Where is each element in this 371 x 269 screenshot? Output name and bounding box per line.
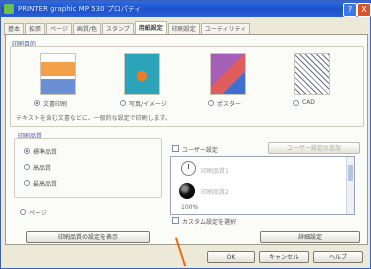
tab-panel: 印刷目的 文書印刷 写真/イメージ ポスター CAD テキストを含む文書などに、…	[5, 34, 368, 245]
standard-quality-label: 標準品質	[33, 149, 58, 156]
detail-settings-button[interactable]: 詳細設定	[260, 231, 360, 243]
best-quality-label: 最高品質	[33, 181, 58, 188]
radio-document[interactable]	[34, 100, 40, 106]
cancel-button[interactable]: キャンセル	[259, 251, 309, 263]
radio-poster-label: ポスター	[217, 101, 242, 108]
close-title-button[interactable]: X	[357, 3, 371, 17]
title-bar: PRINTER graphic MP 530 プロパティ ? X	[1, 1, 371, 17]
radio-document-label: 文書印刷	[43, 101, 68, 108]
help-title-button[interactable]: ?	[343, 3, 357, 17]
scrollbar-thumb[interactable]	[348, 165, 353, 181]
user-settings-checkbox[interactable]	[172, 145, 179, 152]
custom-settings-label: カスタム設定を選択	[182, 219, 237, 226]
high-quality-label: 高品質	[33, 165, 52, 172]
clock-icon	[181, 161, 196, 176]
help-button[interactable]: ヘルプ	[313, 251, 363, 263]
cad-thumbnail-icon[interactable]	[294, 53, 330, 95]
radio-cad[interactable]	[293, 100, 299, 106]
radio-best-quality[interactable]	[24, 180, 30, 186]
page-option-label: ページ	[29, 210, 47, 217]
radio-page[interactable]	[20, 209, 26, 215]
radio-standard-quality[interactable]	[24, 148, 30, 154]
document-thumbnail-icon[interactable]	[40, 53, 76, 95]
user-settings-label: ユーザー設定	[182, 147, 218, 154]
list-item-1-label[interactable]: 印刷品質1	[201, 166, 229, 175]
printer-icon	[4, 4, 14, 14]
radio-high-quality[interactable]	[24, 164, 30, 170]
radio-cad-label: CAD	[302, 99, 315, 106]
show-quality-settings-button[interactable]: 印刷品質の設定を表示	[26, 231, 150, 243]
custom-settings-checkbox[interactable]	[172, 217, 179, 224]
tab-bar: 基本 拡張 ページ 画質/色 スタンプ 用紙設定 印刷設定 ユーティリティ	[4, 21, 251, 36]
ball-icon	[179, 183, 195, 199]
radio-poster[interactable]	[208, 100, 214, 106]
properties-dialog: PRINTER graphic MP 530 プロパティ ? X 基本 拡張 ページ…	[0, 0, 371, 269]
user-settings-list[interactable]: 印刷品質1 印刷品質2 100%	[170, 156, 355, 215]
photo-thumbnail-icon[interactable]	[124, 53, 160, 95]
window-title: PRINTER graphic MP 530 プロパティ	[18, 5, 142, 13]
poster-thumbnail-icon[interactable]	[210, 53, 246, 95]
list-scrollbar[interactable]	[346, 157, 354, 214]
ok-button[interactable]: OK	[207, 251, 255, 263]
list-item-caption: 100%	[181, 204, 199, 211]
list-item-2-label[interactable]: 印刷品質2	[201, 187, 229, 196]
print-target-note: テキストを含む文書などに、一般的な設定で印刷します。	[16, 115, 172, 122]
radio-photo[interactable]	[120, 100, 126, 106]
add-user-settings-button[interactable]: ユーザー設定の追加	[268, 142, 360, 154]
radio-photo-label: 写真/イメージ	[129, 101, 167, 108]
